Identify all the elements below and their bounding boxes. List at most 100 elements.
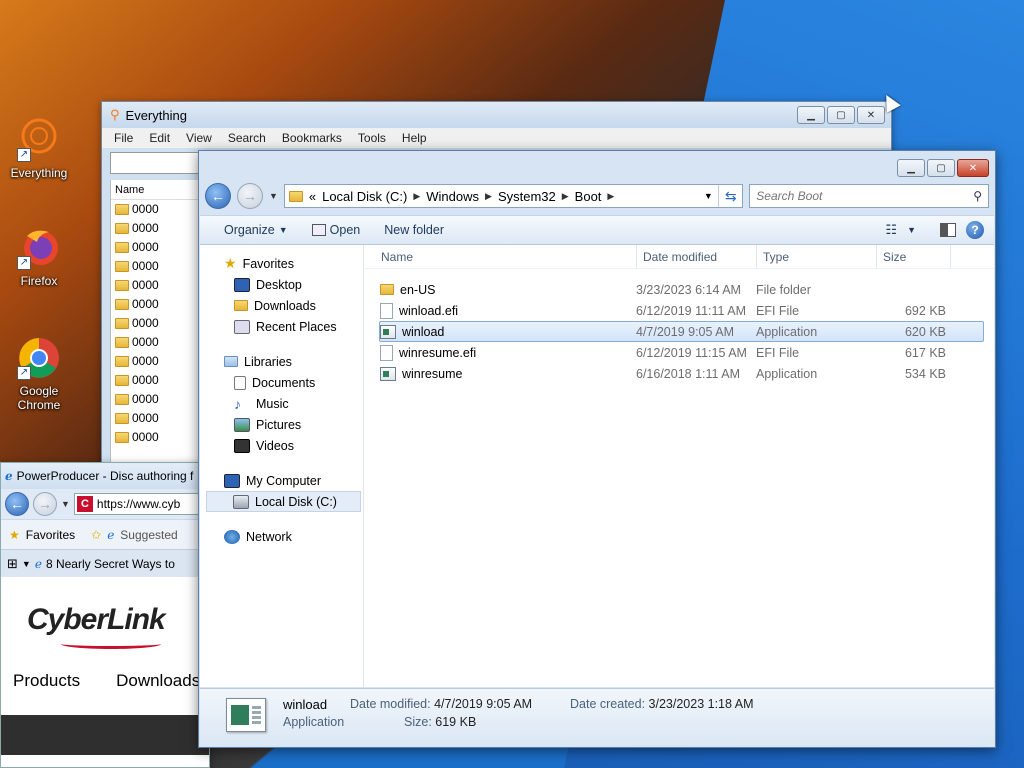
breadcrumb-chevron-icon[interactable]: ▶: [485, 191, 492, 202]
address-bar[interactable]: « Local Disk (C:) ▶ Windows ▶ System32 ▶…: [283, 184, 744, 208]
search-input[interactable]: [756, 189, 957, 203]
everything-search-input[interactable]: [110, 152, 202, 174]
quick-tabs-icon[interactable]: ⊞: [7, 556, 18, 572]
desktop-icon-firefox[interactable]: ↗ Firefox: [6, 224, 72, 288]
change-view-icon[interactable]: ☷: [885, 222, 897, 238]
menu-help[interactable]: Help: [402, 131, 427, 145]
nav-local-disk[interactable]: Local Disk (C:): [206, 491, 361, 512]
back-icon[interactable]: ←: [5, 492, 29, 516]
folder-icon: [115, 204, 129, 215]
menu-tools[interactable]: Tools: [358, 131, 386, 145]
breadcrumb-chevron-icon[interactable]: ▶: [562, 191, 569, 202]
search-icon[interactable]: ⚲: [973, 189, 982, 203]
everything-result-row[interactable]: 0000: [111, 257, 200, 276]
breadcrumb-chevron-icon[interactable]: ▶: [607, 191, 614, 202]
file-name: winresume.efi: [399, 345, 477, 360]
everything-result-row[interactable]: 0000: [111, 219, 200, 238]
column-size[interactable]: Size: [877, 244, 951, 269]
everything-result-row[interactable]: 0000: [111, 238, 200, 257]
everything-result-row[interactable]: 0000: [111, 333, 200, 352]
everything-result-row[interactable]: 0000: [111, 276, 200, 295]
nav-videos[interactable]: Videos: [200, 435, 363, 456]
favorites-button[interactable]: Favorites: [26, 528, 75, 542]
preview-pane-icon[interactable]: [940, 223, 956, 237]
menu-search[interactable]: Search: [228, 131, 266, 145]
column-name[interactable]: Name: [365, 244, 637, 269]
refresh-icon[interactable]: ⇆: [718, 185, 742, 207]
everything-column-name[interactable]: Name: [111, 180, 200, 200]
nav-network[interactable]: Network: [200, 526, 363, 547]
site-nav-products[interactable]: Products: [13, 671, 80, 691]
tab-list-dropdown-icon[interactable]: ▼: [22, 559, 31, 569]
site-nav-downloads[interactable]: Downloads: [116, 671, 200, 691]
result-name: 0000: [132, 354, 159, 368]
minimize-button[interactable]: ▁: [797, 106, 825, 124]
file-row[interactable]: en-US 3/23/2023 6:14 AM File folder: [379, 279, 984, 300]
nav-label: Local Disk (C:): [255, 494, 337, 509]
suggested-sites-link[interactable]: Suggested: [120, 528, 177, 542]
nav-recent-places[interactable]: Recent Places: [200, 316, 363, 337]
everything-result-row[interactable]: 0000: [111, 390, 200, 409]
forward-icon[interactable]: →: [236, 183, 263, 209]
folder-icon: [115, 413, 129, 424]
desktop-icon-everything[interactable]: ↗ Everything: [6, 116, 72, 180]
breadcrumb-chevron-icon[interactable]: ▶: [413, 191, 420, 202]
column-date-modified[interactable]: Date modified: [637, 244, 757, 269]
file-row[interactable]: winresume 6/16/2018 1:11 AM Application 534…: [379, 363, 984, 384]
close-button[interactable]: ✕: [857, 106, 885, 124]
nav-libraries[interactable]: Libraries: [200, 351, 363, 372]
ie-tab[interactable]: 8 Nearly Secret Ways to: [46, 557, 175, 571]
nav-favorites[interactable]: ★ Favorites: [200, 253, 363, 274]
maximize-button[interactable]: ▢: [927, 159, 955, 177]
close-button[interactable]: ✕: [957, 159, 989, 177]
nav-music[interactable]: ♪ Music: [200, 393, 363, 414]
everything-result-row[interactable]: 0000: [111, 409, 200, 428]
breadcrumb-system32[interactable]: System32: [498, 189, 556, 204]
everything-result-row[interactable]: 0000: [111, 371, 200, 390]
menu-file[interactable]: File: [114, 131, 133, 145]
cyberlink-logo[interactable]: CyberLink: [27, 603, 166, 637]
file-name-cell: winresume: [380, 366, 636, 381]
menu-edit[interactable]: Edit: [149, 131, 170, 145]
result-name: 0000: [132, 430, 159, 444]
back-icon[interactable]: ←: [205, 183, 231, 209]
everything-titlebar[interactable]: ⚲ Everything ▁ ▢ ✕: [102, 102, 891, 128]
everything-result-row[interactable]: 0000: [111, 200, 200, 219]
nav-my-computer[interactable]: My Computer: [200, 470, 363, 491]
file-row[interactable]: winload.efi 6/12/2019 11:11 AM EFI File 692…: [379, 300, 984, 321]
breadcrumb-overflow-icon[interactable]: «: [309, 189, 316, 204]
breadcrumb-windows[interactable]: Windows: [426, 189, 479, 204]
ie-address-bar[interactable]: C https://www.cyb: [73, 493, 205, 515]
nav-documents[interactable]: Documents: [200, 372, 363, 393]
everything-result-row[interactable]: 0000: [111, 314, 200, 333]
recent-pages-dropdown-icon[interactable]: ▼: [269, 191, 278, 201]
forward-icon[interactable]: →: [33, 492, 57, 516]
nav-downloads[interactable]: Downloads: [200, 295, 363, 316]
address-dropdown-icon[interactable]: ▼: [700, 185, 716, 207]
column-type[interactable]: Type: [757, 244, 877, 269]
open-button[interactable]: Open: [302, 218, 371, 242]
minimize-button[interactable]: ▁: [897, 159, 925, 177]
nav-desktop[interactable]: Desktop: [200, 274, 363, 295]
everything-result-row[interactable]: 0000: [111, 428, 200, 447]
file-row[interactable]: winload 4/7/2019 9:05 AM Application 620 KB: [379, 321, 984, 342]
menu-bookmarks[interactable]: Bookmarks: [282, 131, 342, 145]
everything-result-row[interactable]: 0000: [111, 352, 200, 371]
desktop-icon-chrome[interactable]: ↗ Google Chrome: [6, 334, 72, 412]
nav-label: Downloads: [254, 298, 316, 313]
breadcrumb-local-disk[interactable]: Local Disk (C:): [322, 189, 407, 204]
view-dropdown-icon[interactable]: ▼: [907, 225, 916, 235]
everything-result-row[interactable]: 0000: [111, 295, 200, 314]
new-folder-button[interactable]: New folder: [374, 218, 454, 242]
history-dropdown-icon[interactable]: ▼: [61, 499, 70, 509]
file-row[interactable]: winresume.efi 6/12/2019 11:15 AM EFI File 6…: [379, 342, 984, 363]
maximize-button[interactable]: ▢: [827, 106, 855, 124]
menu-view[interactable]: View: [186, 131, 212, 145]
ie-titlebar[interactable]: ℯ PowerProducer - Disc authoring f: [1, 463, 209, 489]
organize-button[interactable]: Organize ▼: [214, 218, 298, 242]
nav-pictures[interactable]: Pictures: [200, 414, 363, 435]
breadcrumb-boot[interactable]: Boot: [575, 189, 602, 204]
help-icon[interactable]: ?: [966, 221, 984, 239]
add-favorite-icon[interactable]: ✩: [91, 528, 101, 542]
search-box[interactable]: ⚲: [749, 184, 989, 208]
